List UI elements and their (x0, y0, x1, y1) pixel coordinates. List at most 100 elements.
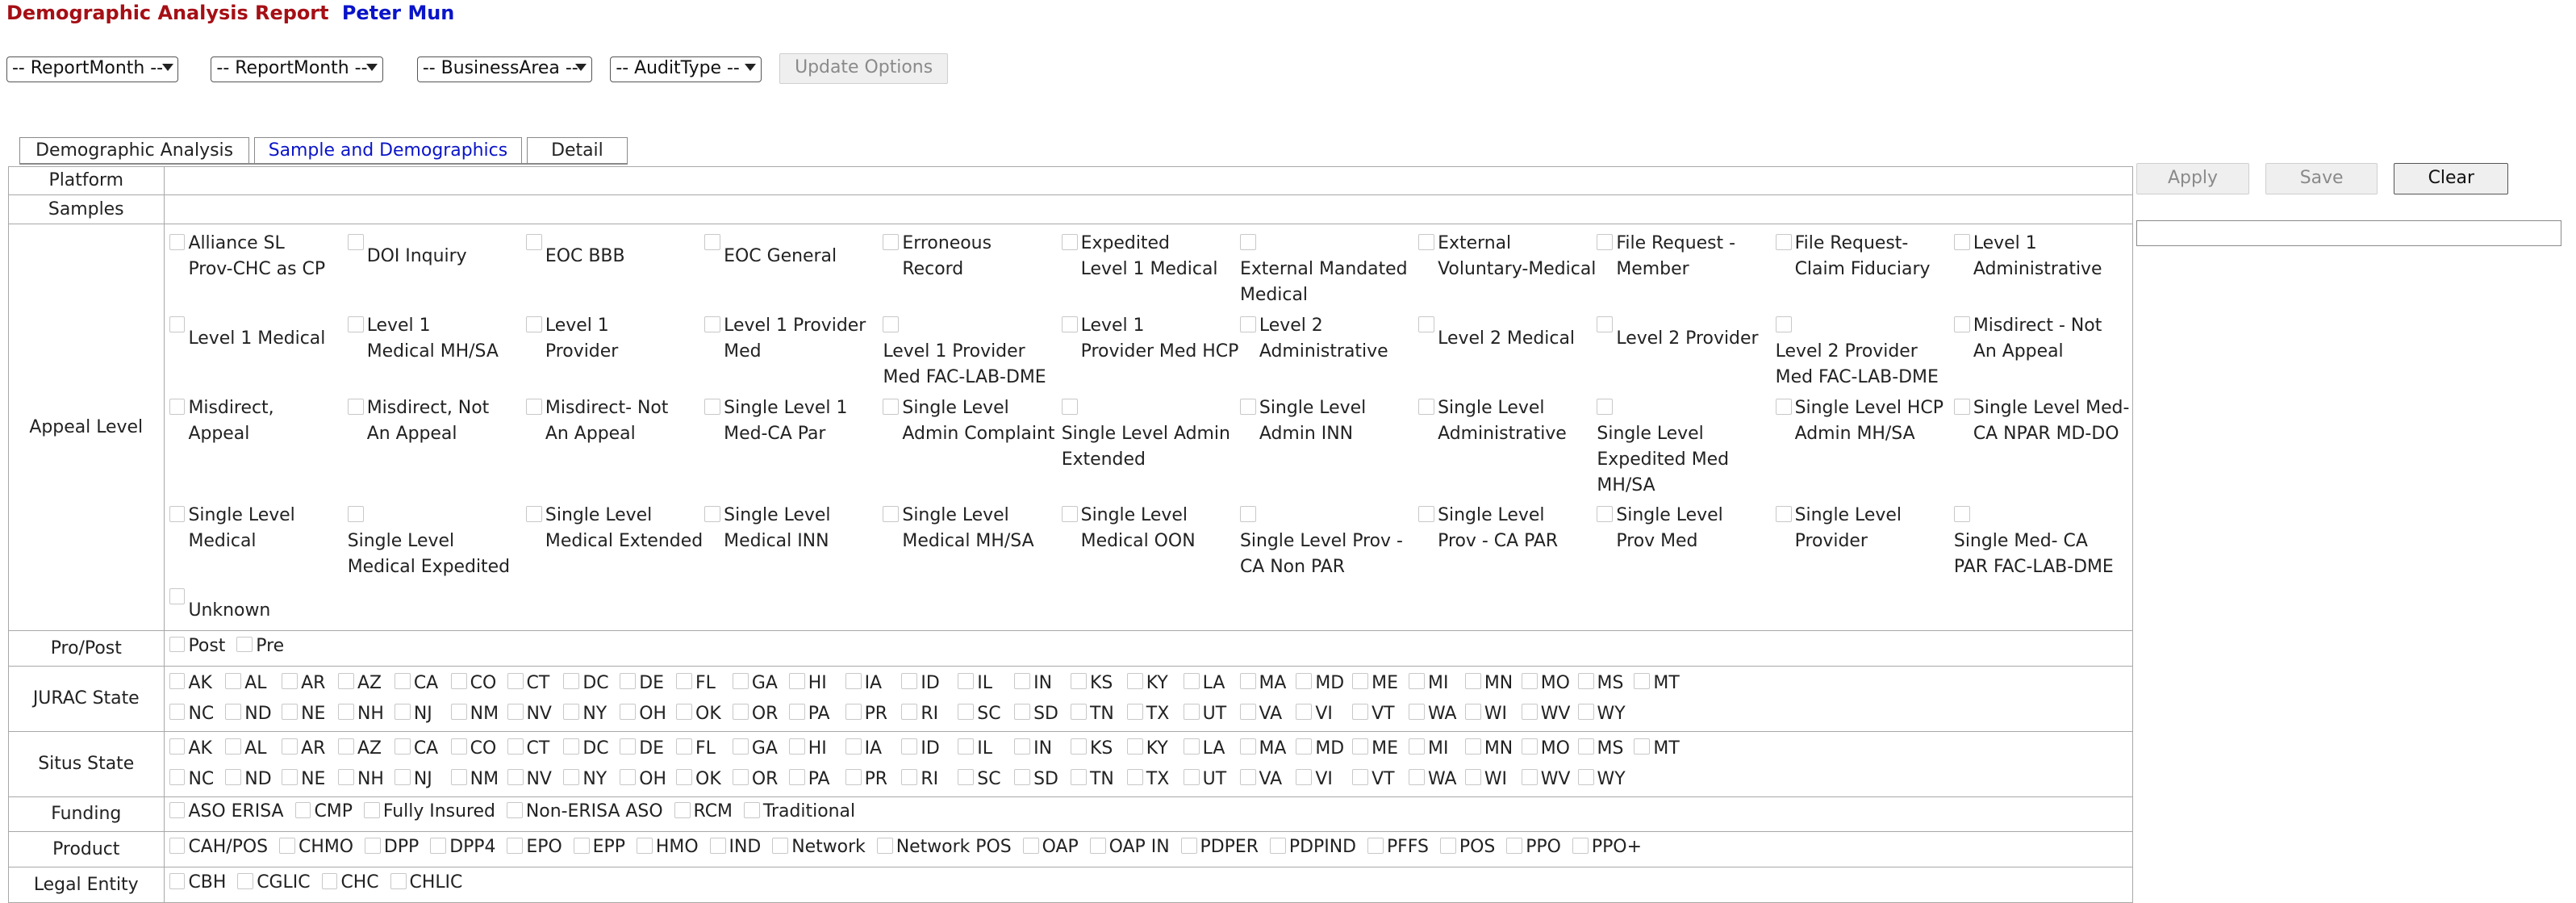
checkbox-icon[interactable] (1521, 703, 1538, 720)
jurac-state-option-nh[interactable]: NH (338, 699, 395, 730)
jurac-state-option-ca[interactable]: CA (394, 668, 451, 699)
checkbox-icon[interactable] (1409, 768, 1426, 785)
situs-state-option-tx[interactable]: TX (1126, 764, 1184, 795)
product-option-ppo[interactable]: PPO+ (1572, 834, 1642, 860)
checkbox-icon[interactable] (1506, 837, 1523, 854)
checkbox-icon[interactable] (525, 234, 542, 251)
checkbox-icon[interactable] (676, 672, 693, 689)
checkbox-icon[interactable] (1464, 738, 1481, 755)
checkbox-icon[interactable] (1464, 672, 1481, 689)
situs-state-option-pa[interactable]: PA (788, 764, 845, 795)
situs-state-option-vt[interactable]: VT (1352, 764, 1409, 795)
jurac-state-option-va[interactable]: VA (1239, 699, 1296, 730)
checkbox-icon[interactable] (788, 703, 805, 720)
checkbox-icon[interactable] (1089, 837, 1106, 854)
checkbox-icon[interactable] (1180, 837, 1197, 854)
checkbox-icon[interactable] (390, 872, 407, 889)
checkbox-icon[interactable] (1953, 506, 1970, 523)
funding-option-cmp[interactable]: CMP (294, 799, 353, 825)
checkbox-icon[interactable] (450, 672, 467, 689)
jurac-state-option-ky[interactable]: KY (1126, 668, 1184, 699)
funding-option-aso-erisa[interactable]: ASO ERISA (169, 799, 284, 825)
checkbox-icon[interactable] (1296, 672, 1313, 689)
situs-state-option-ri[interactable]: RI (901, 764, 958, 795)
appeal-level-option-single-level-medical-mh-sa[interactable]: Single Level Medical MH/SA (883, 503, 1061, 580)
checkbox-icon[interactable] (704, 398, 721, 415)
jurac-state-option-ks[interactable]: KS (1071, 668, 1127, 699)
checkbox-icon[interactable] (1464, 768, 1481, 785)
appeal-level-option-level-2-medical[interactable]: Level 2 Medical (1418, 313, 1597, 391)
checkbox-icon[interactable] (674, 801, 691, 818)
funding-option-traditional[interactable]: Traditional (743, 799, 855, 825)
checkbox-icon[interactable] (1597, 234, 1614, 251)
situs-state-option-nc[interactable]: NC (169, 764, 226, 795)
jurac-state-option-az[interactable]: AZ (338, 668, 395, 699)
product-option-epp[interactable]: EPP (573, 834, 625, 860)
product-option-pos[interactable]: POS (1439, 834, 1495, 860)
jurac-state-option-pa[interactable]: PA (788, 699, 845, 730)
situs-state-option-va[interactable]: VA (1239, 764, 1296, 795)
jurac-state-option-mi[interactable]: MI (1409, 668, 1465, 699)
situs-state-option-ut[interactable]: UT (1183, 764, 1240, 795)
checkbox-icon[interactable] (958, 703, 975, 720)
jurac-state-option-ma[interactable]: MA (1239, 668, 1296, 699)
report-month-start-select[interactable]: -- ReportMonth -- (6, 56, 179, 82)
appeal-level-option-single-level-prov-ca-par[interactable]: Single Level Prov - CA PAR (1418, 503, 1597, 580)
appeal-level-option-unknown[interactable]: Unknown (169, 585, 348, 624)
product-option-oap-in[interactable]: OAP IN (1089, 834, 1170, 860)
checkbox-icon[interactable] (169, 588, 186, 605)
appeal-level-option-level-1-administrative[interactable]: Level 1 Administrative (1953, 231, 2132, 308)
appeal-level-option-level-2-provider[interactable]: Level 2 Provider (1597, 313, 1775, 391)
checkbox-icon[interactable] (1775, 506, 1792, 523)
jurac-state-option-wi[interactable]: WI (1464, 699, 1522, 730)
situs-state-option-wi[interactable]: WI (1464, 764, 1522, 795)
checkbox-icon[interactable] (845, 768, 862, 785)
jurac-state-option-ak[interactable]: AK (169, 668, 226, 699)
situs-state-option-sc[interactable]: SC (958, 764, 1014, 795)
jurac-state-option-wa[interactable]: WA (1409, 699, 1465, 730)
checkbox-icon[interactable] (1521, 768, 1538, 785)
checkbox-icon[interactable] (347, 234, 364, 251)
checkbox-icon[interactable] (169, 636, 186, 653)
checkbox-icon[interactable] (279, 837, 296, 854)
checkbox-icon[interactable] (1775, 316, 1792, 332)
jurac-state-option-tx[interactable]: TX (1126, 699, 1184, 730)
appeal-level-option-level-1-provider[interactable]: Level 1 Provider (525, 313, 704, 391)
jurac-state-option-me[interactable]: ME (1352, 668, 1409, 699)
checkbox-icon[interactable] (169, 398, 186, 415)
jurac-state-option-ct[interactable]: CT (507, 668, 564, 699)
checkbox-icon[interactable] (1775, 234, 1792, 251)
appeal-level-option-single-level-administrative[interactable]: Single Level Administrative (1418, 395, 1597, 499)
checkbox-icon[interactable] (347, 398, 364, 415)
checkbox-icon[interactable] (169, 837, 186, 854)
checkbox-icon[interactable] (676, 768, 693, 785)
checkbox-icon[interactable] (507, 703, 524, 720)
checkbox-icon[interactable] (169, 738, 186, 755)
appeal-level-option-external-voluntary-medical[interactable]: External Voluntary-Medical (1418, 231, 1597, 308)
checkbox-icon[interactable] (1071, 768, 1087, 785)
apply-button[interactable]: Apply (2136, 162, 2249, 195)
checkbox-icon[interactable] (1183, 768, 1200, 785)
checkbox-icon[interactable] (732, 738, 749, 755)
product-option-cah-pos[interactable]: CAH/POS (169, 834, 268, 860)
jurac-state-option-fl[interactable]: FL (676, 668, 733, 699)
checkbox-icon[interactable] (394, 738, 411, 755)
checkbox-icon[interactable] (676, 738, 693, 755)
checkbox-icon[interactable] (1352, 738, 1369, 755)
legal-entity-option-cglic[interactable]: CGLIC (237, 870, 311, 896)
checkbox-icon[interactable] (958, 738, 975, 755)
jurac-state-option-co[interactable]: CO (450, 668, 507, 699)
situs-state-option-sd[interactable]: SD (1014, 764, 1071, 795)
appeal-level-option-doi-inquiry[interactable]: DOI Inquiry (347, 231, 526, 308)
checkbox-icon[interactable] (1239, 506, 1256, 523)
checkbox-icon[interactable] (507, 837, 524, 854)
checkbox-icon[interactable] (1126, 703, 1143, 720)
appeal-level-option-misdirect-not-an-appeal[interactable]: Misdirect - Not An Appeal (1953, 313, 2132, 391)
checkbox-icon[interactable] (732, 672, 749, 689)
appeal-level-option-level-1-provider-med[interactable]: Level 1 Provider Med (704, 313, 883, 391)
checkbox-icon[interactable] (282, 703, 299, 720)
situs-state-option-nv[interactable]: NV (507, 764, 564, 795)
situs-state-option-wa[interactable]: WA (1409, 764, 1465, 795)
situs-state-option-oh[interactable]: OH (620, 764, 676, 795)
checkbox-icon[interactable] (883, 234, 900, 251)
